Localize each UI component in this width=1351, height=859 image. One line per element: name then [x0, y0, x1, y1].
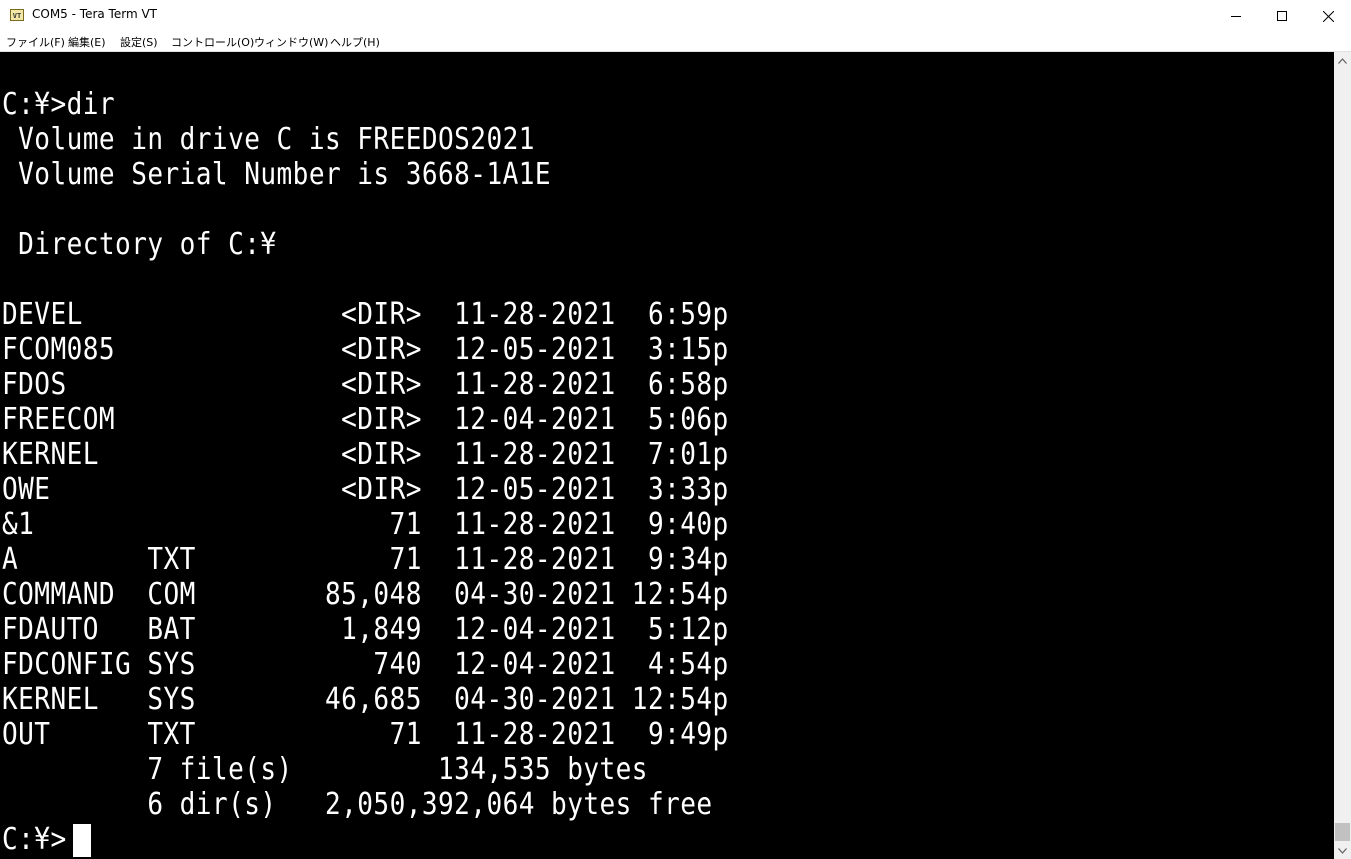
scroll-up-button[interactable] — [1334, 52, 1351, 69]
menu-setup[interactable]: 設定(S) — [120, 34, 158, 50]
terminal-line: 6 dir(s) 2,050,392,064 bytes free — [2, 787, 713, 822]
close-button[interactable] — [1305, 0, 1351, 32]
terminal-line: Volume in drive C is FREEDOS2021 — [2, 122, 535, 157]
terminal-line: Volume Serial Number is 3668-1A1E — [2, 157, 552, 192]
chevron-up-icon — [1338, 57, 1347, 64]
terminal-line: &1 71 11-28-2021 9:40p — [2, 507, 729, 542]
menu-help[interactable]: ヘルプ(H) — [330, 34, 380, 50]
chevron-down-icon — [1338, 847, 1347, 854]
terminal-line: 7 file(s) 134,535 bytes — [2, 752, 648, 787]
text-cursor — [73, 824, 91, 857]
menu-control[interactable]: コントロール(O) — [171, 34, 254, 50]
terminal-line: A TXT 71 11-28-2021 9:34p — [2, 542, 729, 577]
terminal-line: FDOS <DIR> 11-28-2021 6:58p — [2, 367, 729, 402]
terminal-line: KERNEL SYS 46,685 04-30-2021 12:54p — [2, 682, 729, 717]
terminal-screen[interactable]: C:¥>dir Volume in drive C is FREEDOS2021… — [0, 52, 1334, 859]
terminal-line: FDCONFIG SYS 740 12-04-2021 4:54p — [2, 647, 729, 682]
vertical-scrollbar[interactable] — [1334, 52, 1351, 859]
tera-term-app-icon[interactable]: VT — [10, 9, 24, 21]
terminal-line: OWE <DIR> 12-05-2021 3:33p — [2, 472, 729, 507]
terminal-line: FDAUTO BAT 1,849 12-04-2021 5:12p — [2, 612, 729, 647]
scroll-down-button[interactable] — [1334, 842, 1351, 859]
maximize-icon — [1277, 11, 1287, 21]
maximize-button[interactable] — [1259, 0, 1305, 32]
minimize-button[interactable] — [1213, 0, 1259, 32]
terminal-line: COMMAND COM 85,048 04-30-2021 12:54p — [2, 577, 729, 612]
terminal-line: KERNEL <DIR> 11-28-2021 7:01p — [2, 437, 729, 472]
menu-window[interactable]: ウィンドウ(W) — [254, 34, 328, 50]
scroll-thumb[interactable] — [1335, 823, 1350, 841]
menu-bar: ファイル(F) 編集(E) 設定(S) コントロール(O) ウィンドウ(W) ヘ… — [0, 32, 1351, 52]
menu-edit[interactable]: 編集(E) — [68, 34, 106, 50]
terminal-prompt-line: C:¥> — [2, 822, 67, 857]
title-bar[interactable]: VT COM5 - Tera Term VT — [0, 0, 1351, 32]
menu-file[interactable]: ファイル(F) — [6, 34, 65, 50]
terminal-line: C:¥>dir — [2, 87, 116, 122]
terminal-line: Directory of C:¥ — [2, 227, 277, 262]
terminal-line: FCOM085 <DIR> 12-05-2021 3:15p — [2, 332, 729, 367]
window-title: COM5 - Tera Term VT — [32, 7, 157, 21]
terminal-line: OUT TXT 71 11-28-2021 9:49p — [2, 717, 729, 752]
terminal-line: DEVEL <DIR> 11-28-2021 6:59p — [2, 297, 729, 332]
minimize-icon — [1231, 16, 1241, 17]
terminal-line: FREECOM <DIR> 12-04-2021 5:06p — [2, 402, 729, 437]
close-icon — [1322, 10, 1334, 22]
